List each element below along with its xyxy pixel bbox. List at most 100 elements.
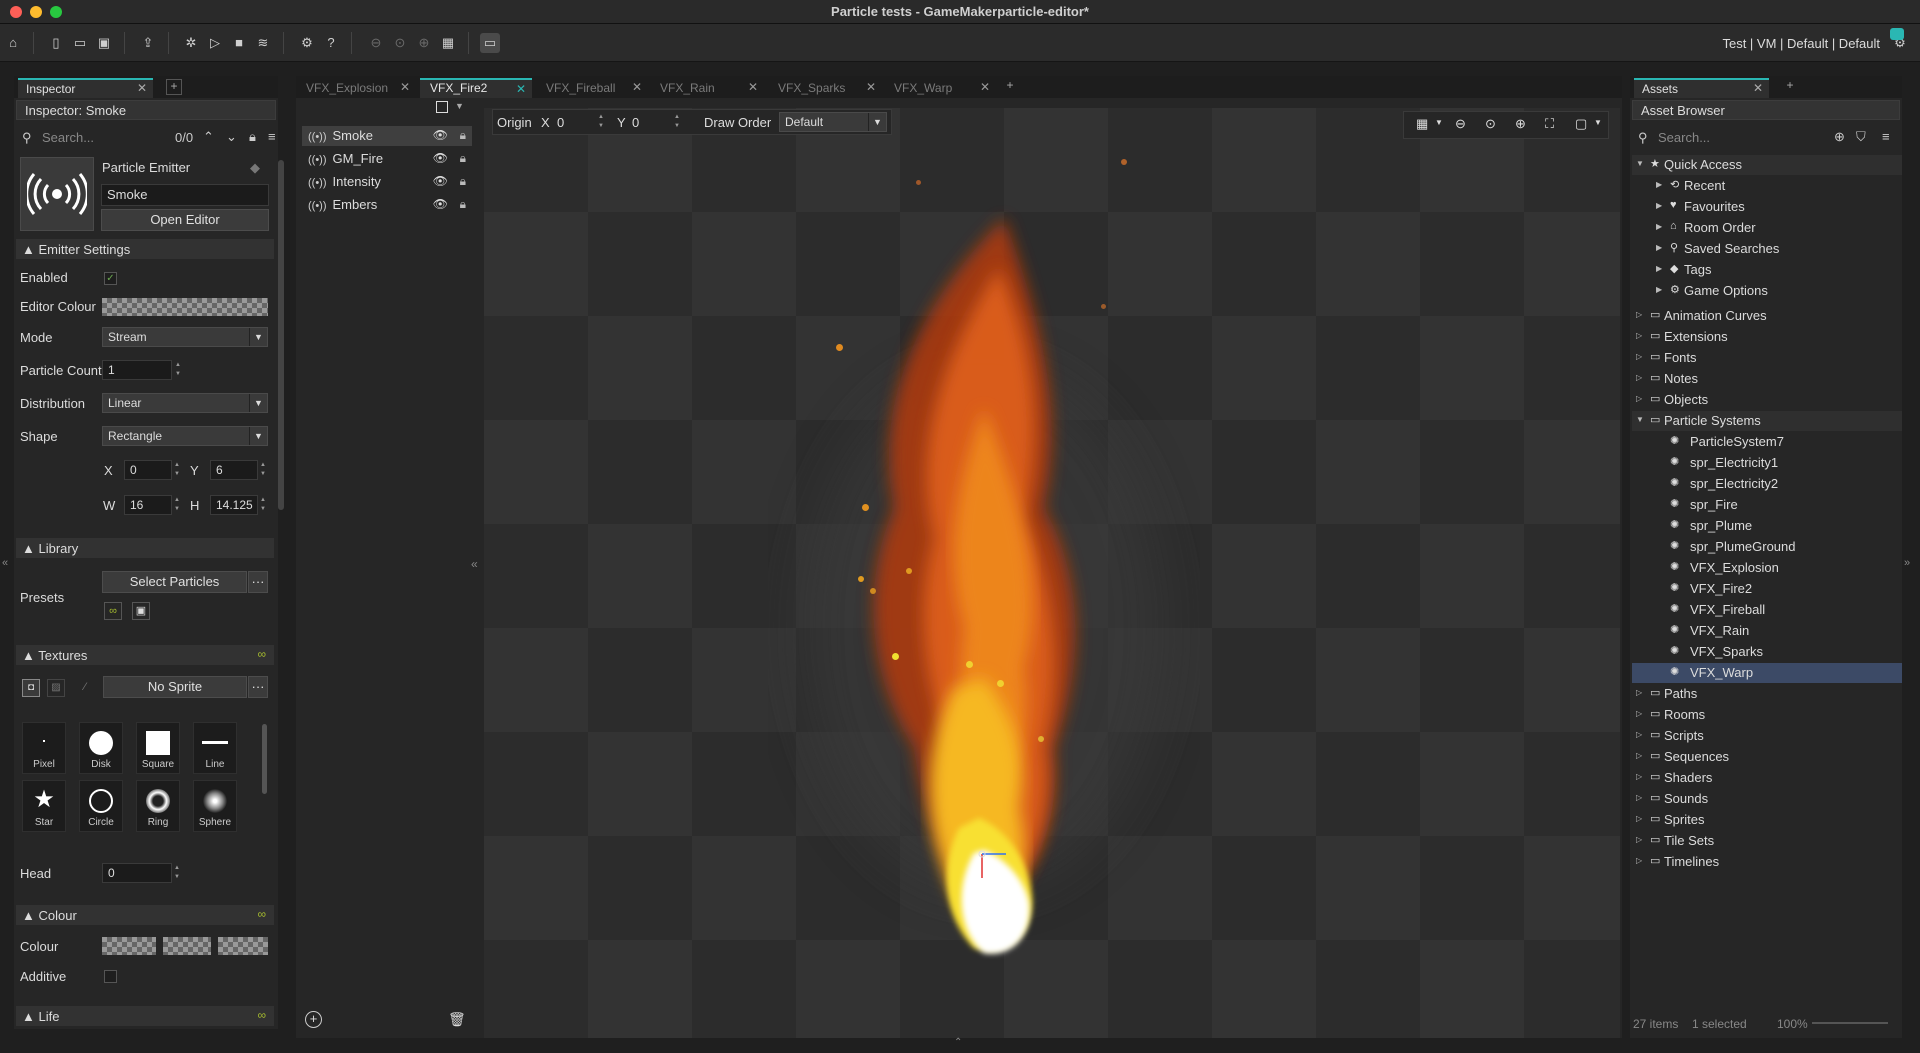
settings-icon[interactable]: ⚙ bbox=[297, 33, 317, 53]
run-icon[interactable]: ▷ bbox=[205, 33, 225, 53]
h-field[interactable]: 14.125 bbox=[210, 495, 258, 515]
texture-sphere[interactable]: Sphere bbox=[193, 780, 237, 832]
origin-x-field[interactable]: 0 bbox=[554, 112, 596, 132]
shape-dropdown[interactable]: Rectangle ▼ bbox=[102, 426, 268, 446]
grid-icon[interactable]: ▦ bbox=[1416, 116, 1428, 132]
lock-icon[interactable]: 🔒︎ bbox=[460, 151, 466, 166]
tab-vfx-warp[interactable]: VFX_Warp ✕ bbox=[884, 78, 996, 98]
eye-icon[interactable]: 👁︎ bbox=[433, 174, 448, 188]
zoom-in-icon[interactable]: ⊕ bbox=[1515, 116, 1526, 132]
tag-icon[interactable]: ◆ bbox=[250, 160, 260, 176]
asset-spr-plumeground[interactable]: ✺ spr_PlumeGround bbox=[1632, 537, 1902, 557]
texture-ring[interactable]: Ring bbox=[136, 780, 180, 832]
folder-sounds[interactable]: ▷ ▭ Sounds bbox=[1632, 789, 1902, 809]
zoom-slider[interactable] bbox=[1812, 1022, 1888, 1024]
texture-circle[interactable]: Circle bbox=[79, 780, 123, 832]
library-more-button[interactable]: ··· bbox=[248, 571, 268, 593]
lock-icon[interactable]: 🔒︎ bbox=[460, 174, 466, 189]
add-asset-icon[interactable]: ⊕ bbox=[1834, 129, 1845, 145]
close-icon[interactable]: ✕ bbox=[1753, 81, 1763, 95]
workspace-icon[interactable]: ▭ bbox=[480, 33, 500, 53]
asset-vfx-fire2[interactable]: ✺ VFX_Fire2 bbox=[1632, 579, 1902, 599]
search-next-icon[interactable]: ⌄ bbox=[226, 129, 237, 145]
inspector-scrollbar[interactable] bbox=[278, 160, 284, 510]
link-icon[interactable]: ∞ bbox=[257, 1008, 266, 1022]
emitter-name-field[interactable]: Smoke bbox=[101, 184, 269, 206]
folder-objects[interactable]: ▷ ▭ Objects bbox=[1632, 390, 1902, 410]
add-tab-button[interactable]: + bbox=[1782, 79, 1798, 95]
preview-canvas[interactable] bbox=[484, 108, 1620, 1038]
folder-shaders[interactable]: ▷ ▭ Shaders bbox=[1632, 768, 1902, 788]
help-icon[interactable]: ? bbox=[321, 33, 341, 53]
collapse-right-dock-icon[interactable]: » bbox=[1904, 557, 1910, 569]
colour-swatch-2[interactable] bbox=[163, 937, 211, 955]
add-tab-button[interactable]: + bbox=[166, 79, 182, 95]
stop-icon[interactable]: ■ bbox=[229, 33, 249, 53]
quick-access-favourites[interactable]: ▶ ♥ Favourites bbox=[1632, 197, 1902, 217]
collapse-layers-icon[interactable]: « bbox=[471, 557, 478, 571]
folder-notes[interactable]: ▷ ▭ Notes bbox=[1632, 369, 1902, 389]
close-icon[interactable]: ✕ bbox=[516, 82, 526, 96]
collapse-left-dock-icon[interactable]: « bbox=[2, 557, 8, 569]
head-stepper[interactable]: ▲ ▼ bbox=[173, 864, 181, 882]
texture-line[interactable]: Line bbox=[193, 722, 237, 774]
library-section[interactable]: ▲ Library bbox=[16, 538, 274, 558]
y-field[interactable]: 6 bbox=[210, 460, 258, 480]
y-stepper[interactable]: ▲ ▼ bbox=[259, 461, 267, 479]
tab-inspector[interactable]: Inspector ✕ bbox=[18, 78, 153, 98]
layer-intensity[interactable]: ((•)) Intensity 👁︎ 🔒︎ bbox=[302, 172, 472, 192]
h-stepper[interactable]: ▲ ▼ bbox=[259, 496, 267, 514]
asset-vfx-fireball[interactable]: ✺ VFX_Fireball bbox=[1632, 600, 1902, 620]
close-icon[interactable]: ✕ bbox=[748, 80, 758, 94]
texture-star[interactable]: ★ Star bbox=[22, 780, 66, 832]
asset-vfx-warp[interactable]: ✺ VFX_Warp bbox=[1632, 663, 1902, 683]
quick-access-tags[interactable]: ▶ ◆ Tags bbox=[1632, 260, 1902, 280]
quick-access-recent[interactable]: ▶ ⟲ Recent bbox=[1632, 176, 1902, 196]
asset-vfx-explosion[interactable]: ✺ VFX_Explosion bbox=[1632, 558, 1902, 578]
folder-tile-sets[interactable]: ▷ ▭ Tile Sets bbox=[1632, 831, 1902, 851]
particle-count-stepper[interactable]: ▲ ▼ bbox=[174, 361, 182, 379]
asset-vfx-rain[interactable]: ✺ VFX_Rain bbox=[1632, 621, 1902, 641]
link-icon[interactable]: ∞ bbox=[257, 647, 266, 661]
lock-icon[interactable]: 🔒︎ bbox=[249, 129, 256, 145]
tab-vfx-explosion[interactable]: VFX_Explosion ✕ bbox=[296, 78, 416, 98]
texture-scrollbar[interactable] bbox=[262, 724, 267, 794]
close-icon[interactable]: ✕ bbox=[866, 80, 876, 94]
draw-order-dropdown[interactable]: Default ▼ bbox=[779, 112, 887, 132]
fit-to-screen-icon[interactable]: ⛶ bbox=[1545, 116, 1554, 132]
texture-disk[interactable]: Disk bbox=[79, 722, 123, 774]
open-project-icon[interactable]: ▭ bbox=[70, 33, 90, 53]
debug-icon[interactable]: ✲ bbox=[181, 33, 201, 53]
w-stepper[interactable]: ▲ ▼ bbox=[173, 496, 181, 514]
close-icon[interactable]: ✕ bbox=[980, 80, 990, 94]
texture-sprite-icon[interactable]: ◘ bbox=[22, 679, 40, 697]
tab-vfx-fireball[interactable]: VFX_Fireball ✕ bbox=[536, 78, 648, 98]
origin-y-stepper[interactable]: ▲ ▼ bbox=[673, 113, 681, 131]
texture-pixel[interactable]: Pixel bbox=[22, 722, 66, 774]
tab-assets[interactable]: Assets ✕ bbox=[1634, 78, 1769, 98]
add-tab-button[interactable]: + bbox=[1002, 79, 1018, 95]
folder-timelines[interactable]: ▷ ▭ Timelines bbox=[1632, 852, 1902, 872]
asset-spr-electricity1[interactable]: ✺ spr_Electricity1 bbox=[1632, 453, 1902, 473]
colour-swatch-1[interactable] bbox=[102, 937, 156, 955]
save-project-icon[interactable]: ▣ bbox=[94, 33, 114, 53]
save-preset-icon[interactable]: ▣ bbox=[132, 602, 150, 620]
quick-access-saved-searches[interactable]: ▶ ⚲ Saved Searches bbox=[1632, 239, 1902, 259]
zoom-reset-icon[interactable]: ⊙ bbox=[390, 33, 410, 53]
close-icon[interactable]: ✕ bbox=[400, 80, 410, 94]
folder-scripts[interactable]: ▷ ▭ Scripts bbox=[1632, 726, 1902, 746]
eye-icon[interactable]: 👁︎ bbox=[433, 128, 448, 142]
search-input[interactable]: Search... bbox=[42, 130, 94, 145]
lock-icon[interactable]: 🔒︎ bbox=[460, 197, 466, 212]
layout-icon[interactable]: ▦ bbox=[438, 33, 458, 53]
quick-access-group[interactable]: ▼ ★ Quick Access bbox=[1632, 155, 1902, 175]
background-icon[interactable]: ▢ bbox=[1575, 116, 1587, 132]
colour-section[interactable]: ▲ Colour ∞ bbox=[16, 905, 274, 925]
lock-icon[interactable]: 🔒︎ bbox=[460, 128, 466, 143]
asset-spr-electricity2[interactable]: ✺ spr_Electricity2 bbox=[1632, 474, 1902, 494]
eye-icon[interactable]: 👁︎ bbox=[433, 197, 448, 211]
filter-icon[interactable]: ⛉ bbox=[1856, 129, 1866, 145]
textures-section[interactable]: ▲ Textures ∞ bbox=[16, 645, 274, 665]
eye-icon[interactable]: 👁︎ bbox=[433, 151, 448, 165]
quick-access-game-options[interactable]: ▶ ⚙ Game Options bbox=[1632, 281, 1902, 301]
